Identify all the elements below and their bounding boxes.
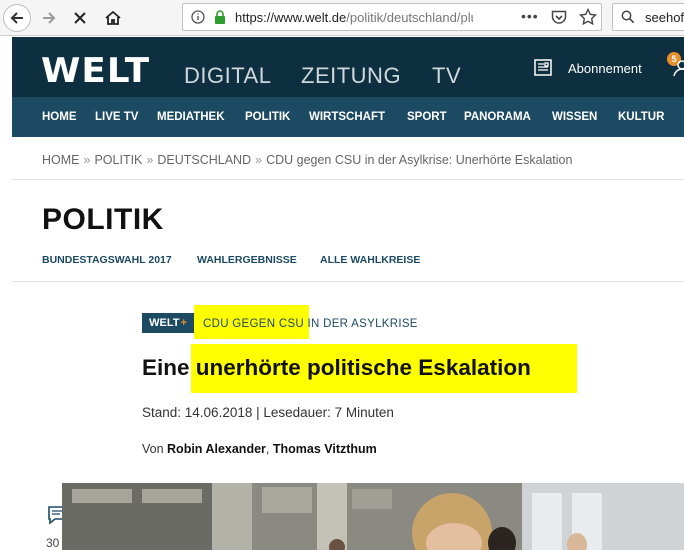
search-icon [621,10,635,29]
article-headline: Eine unerhörte politische Eskalation [142,355,531,380]
user-icon[interactable] [672,59,684,82]
url-text[interactable]: https://www.welt.de/politik/deutschland/… [235,10,473,25]
nav-item-panorama[interactable]: PANORAMA [464,111,531,123]
header-link-tv[interactable]: TV [432,63,461,89]
comment-count[interactable]: 30 [46,536,59,550]
welt-plus-sign: + [180,317,187,329]
breadcrumb-current: CDU gegen CSU in der Asylkrise: Unerhört… [266,153,573,167]
nav-item-kultur[interactable]: KULTUR [618,111,664,123]
byline-prefix: Von [142,442,168,456]
arrow-right-icon [43,12,56,24]
nav-item-sport[interactable]: SPORT [407,111,447,123]
forward-button[interactable] [35,4,63,32]
breadcrumb: HOME» POLITIK» DEUTSCHLAND» CDU gegen CSU i… [42,153,572,167]
url-path: /politik/deutschland/plu [346,10,473,25]
url-host: https://www.welt.de [235,10,347,25]
main-nav: HOME LIVE TV MEDIATHEK POLITIK WIRTSCHAF… [12,97,684,137]
nav-item-live-tv[interactable]: LIVE TV [95,111,138,123]
newspaper-icon[interactable] [534,59,554,82]
byline-separator: , [265,442,273,456]
arrow-left-icon [10,12,23,24]
nav-item-mediathek[interactable]: MEDIATHEK [157,111,225,123]
nav-item-wissen[interactable]: WISSEN [552,111,597,123]
pocket-icon[interactable] [551,10,567,30]
article-meta: Stand: 14.06.2018 | Lesedauer: 7 Minuten [142,405,394,420]
breadcrumb-home[interactable]: HOME [42,153,80,167]
info-icon[interactable] [191,10,205,29]
back-button[interactable] [3,4,31,32]
welt-plus-text: WELT [149,317,180,329]
header-link-digital[interactable]: DIGITAL [184,63,271,89]
site-header: WELT DIGITAL ZEITUNG TV Abonnement 5 [12,37,684,97]
home-icon [105,10,121,25]
breadcrumb-politik[interactable]: POLITIK [94,153,142,167]
breadcrumb-separator: » [83,153,91,167]
nav-item-home[interactable]: HOME [42,111,77,123]
page-actions-button[interactable]: ••• [521,8,539,24]
breadcrumb-deutschland[interactable]: DEUTSCHLAND [157,153,251,167]
home-button[interactable] [99,4,127,32]
sub-link-wahlkreise[interactable]: ALLE WAHLKREISE [320,254,420,266]
address-bar[interactable]: https://www.welt.de/politik/deutschland/… [182,3,602,31]
breadcrumb-separator: » [255,153,263,167]
abonnement-link[interactable]: Abonnement [568,61,642,76]
divider [12,179,684,180]
nav-item-politik[interactable]: POLITIK [245,111,290,123]
stop-button[interactable] [66,4,94,32]
breadcrumb-separator: » [146,153,154,167]
lock-icon[interactable] [213,10,227,30]
welt-plus-badge: WELT + [142,313,194,333]
article-byline: Von Robin Alexander, Thomas Vitzthum [142,442,377,456]
welt-logo[interactable]: WELT [41,51,150,91]
bookmark-star-icon[interactable] [578,7,598,31]
browser-toolbar: https://www.welt.de/politik/deutschland/… [0,0,684,36]
article-kicker: CDU GEGEN CSU IN DER ASYLKRISE [203,318,418,330]
section-title[interactable]: POLITIK [42,203,164,237]
close-icon [74,12,86,24]
nav-item-wirtschaft[interactable]: WIRTSCHAFT [309,111,385,123]
author-link[interactable]: Robin Alexander [167,442,266,456]
article-photo[interactable] [62,483,684,550]
sub-link-wahlergebnisse[interactable]: WAHLERGEBNISSE [197,254,297,266]
divider [12,281,684,282]
sub-link-bundestagswahl[interactable]: BUNDESTAGSWAHL 2017 [42,254,172,266]
search-input[interactable]: seehof [645,10,684,25]
header-link-zeitung[interactable]: ZEITUNG [301,63,401,89]
author-link[interactable]: Thomas Vitzthum [273,442,377,456]
search-bar[interactable]: seehof [612,3,684,31]
